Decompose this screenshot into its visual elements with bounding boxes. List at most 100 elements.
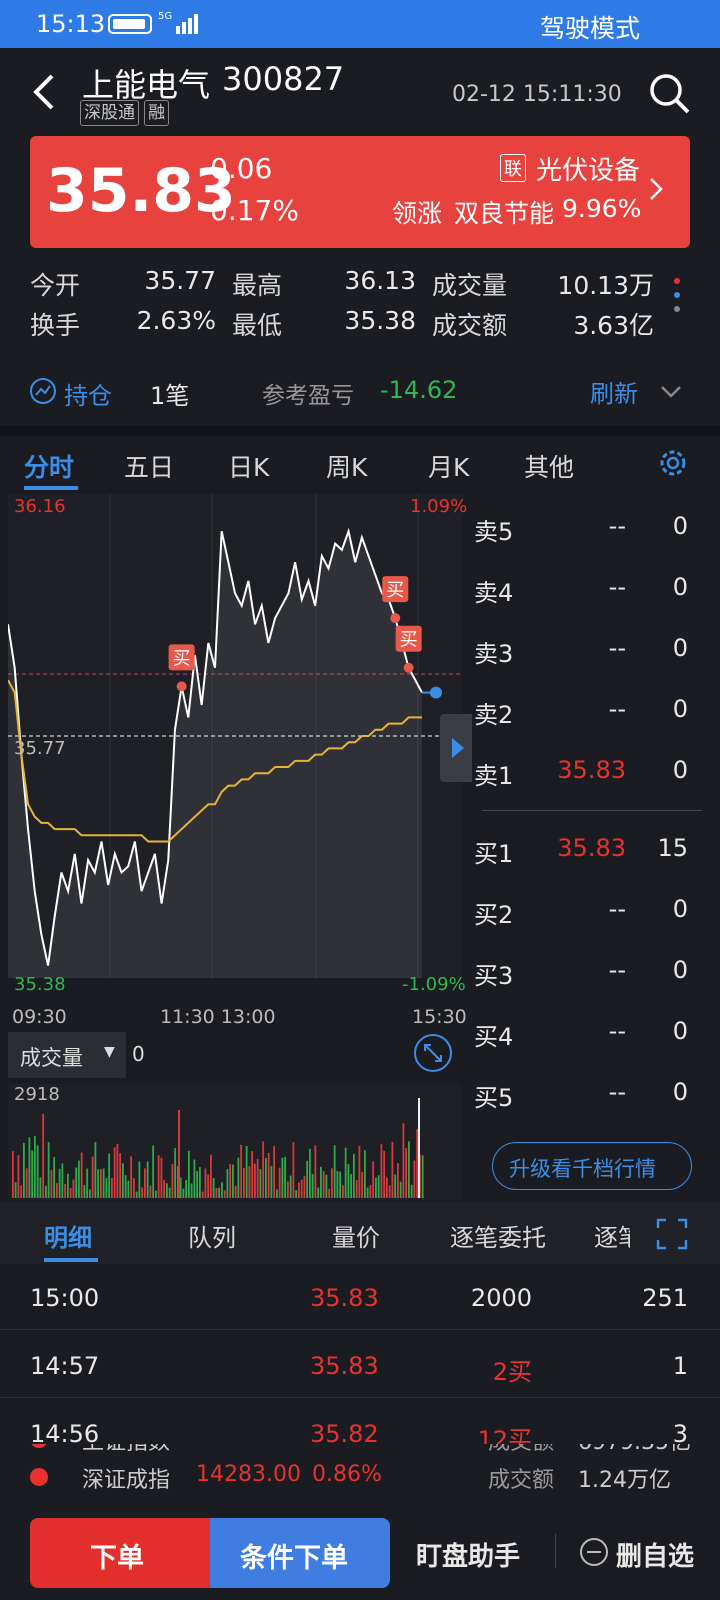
volume-bar [163, 1180, 166, 1198]
volume-bar [168, 1187, 171, 1198]
order-button[interactable]: 下单 [30, 1518, 210, 1588]
tab-order-by-order[interactable]: 逐笔委托 [450, 1218, 546, 1253]
bid-level-price: -- [608, 1078, 626, 1106]
tab-weekly-k[interactable]: 周K [326, 448, 367, 484]
index-item[interactable]: 深证成指 14283.00 0.86% 成交额 1.24万亿 [0, 1460, 720, 1494]
detail-tab-indicator [44, 1258, 98, 1262]
conditional-order-button[interactable]: 条件下单 [210, 1518, 390, 1588]
ask-level-label: 卖3 [474, 640, 514, 668]
more-stats-icon[interactable] [672, 276, 682, 326]
tab-tick-by-tick[interactable]: 逐笔 [594, 1218, 630, 1253]
volume-bar [86, 1168, 89, 1198]
volume-bar [174, 1148, 177, 1198]
volume-bar [388, 1185, 391, 1198]
volume-bar [204, 1168, 207, 1198]
volume-bar [155, 1190, 157, 1198]
volume-spike [178, 1110, 180, 1198]
volume-bar [157, 1155, 160, 1198]
stock-header: 上能电气 300827 深股通 融 02-12 15:11:30 [0, 48, 720, 138]
back-icon[interactable] [28, 70, 68, 114]
bottom-divider [555, 1534, 556, 1568]
chevron-down-icon[interactable] [660, 384, 682, 403]
volume-bar [410, 1184, 413, 1198]
tab-intraday[interactable]: 分时 [24, 448, 74, 484]
volume-bar [421, 1155, 424, 1198]
volume-bar [394, 1174, 397, 1198]
search-icon[interactable] [648, 72, 692, 116]
index-amount-label: 成交额 [488, 1444, 554, 1456]
order-button-label: 下单 [90, 1543, 144, 1574]
tab-queue[interactable]: 队列 [188, 1218, 236, 1253]
volume-bar [372, 1161, 375, 1198]
position-row[interactable]: 持仓 1笔 参考盈亏 -14.62 刷新 [0, 358, 720, 426]
volume-last-bar [418, 1098, 420, 1198]
conditional-order-label: 条件下单 [240, 1543, 348, 1574]
volume-bar [289, 1175, 292, 1198]
volume-bar [67, 1173, 69, 1198]
upgrade-depth-button[interactable]: 升级看千档行情 [492, 1142, 692, 1190]
volume-selector[interactable]: 成交量 ▼ [8, 1032, 126, 1078]
bid-level: 买5 -- 0 [472, 1074, 720, 1114]
bid-level-volume: 0 [672, 1017, 688, 1045]
volume-bar [179, 1177, 182, 1198]
volume-bar [375, 1177, 377, 1198]
volume-bar [358, 1145, 361, 1198]
turnover-value: 2.63% [136, 306, 216, 335]
volume-bar [130, 1156, 133, 1198]
volume-bar [78, 1160, 80, 1198]
index-name: 上证指数 [82, 1444, 170, 1456]
low-value: 35.38 [344, 306, 416, 335]
tab-five-day[interactable]: 五日 [124, 448, 174, 484]
volume-bar [182, 1188, 185, 1198]
chart-side-handle[interactable] [440, 714, 472, 782]
trade-mark-label: 买 [386, 580, 404, 601]
bid-level-label: 买5 [474, 1084, 514, 1112]
volume-bar [399, 1181, 402, 1198]
refresh-button[interactable]: 刷新 [590, 374, 638, 409]
tab-other[interactable]: 其他 [524, 448, 574, 484]
volume-bar [113, 1147, 116, 1198]
volume-bar [141, 1187, 144, 1198]
volume-bar [361, 1172, 364, 1198]
volume-bar [190, 1183, 193, 1198]
expand-chart-icon[interactable] [414, 1034, 452, 1072]
bid-level: 买4 -- 0 [472, 1013, 720, 1053]
volume-bar [64, 1184, 67, 1198]
pnl-value: -14.62 [380, 376, 458, 404]
driving-mode[interactable]: 驾驶模式 [540, 9, 640, 45]
volume-bar [80, 1152, 83, 1198]
bid-level-volume: 15 [657, 834, 688, 862]
price-chart-svg[interactable]: 买买买 [7, 494, 472, 1200]
volume-bar [91, 1156, 94, 1198]
index-item[interactable]: 上证指数 4134.62 0.63% 成交额 6979.35亿 [0, 1444, 720, 1456]
watch-assistant-button[interactable]: 盯盘助手 [416, 1536, 520, 1573]
volume-bar [50, 1170, 53, 1198]
volume-bar [240, 1144, 243, 1198]
volume-bar [353, 1153, 355, 1198]
volume-bar [215, 1187, 218, 1198]
x-tick-close: 15:30 [412, 1006, 467, 1028]
ask-level-volume: 0 [672, 634, 688, 662]
index-value: 14283.00 [196, 1462, 301, 1487]
volume-bar [350, 1174, 353, 1198]
index-amount: 1.24万亿 [578, 1468, 671, 1493]
tab-volume-price[interactable]: 量价 [332, 1218, 380, 1253]
minus-circle-icon [580, 1538, 608, 1566]
fullscreen-icon[interactable] [656, 1218, 688, 1254]
tab-daily-k[interactable]: 日K [228, 448, 269, 484]
bottom-action-bar: 下单 条件下单 盯盘助手 删自选 [0, 1498, 720, 1600]
tab-monthly-k[interactable]: 月K [428, 448, 469, 484]
remove-watchlist-button[interactable]: 删自选 [616, 1536, 694, 1573]
price-panel[interactable]: 35.83 0.06 0.17% 联 光伏设备 领涨 双良节能 9.96% [30, 136, 690, 248]
gear-icon[interactable] [656, 446, 690, 484]
ask-level-volume: 0 [672, 695, 688, 723]
intraday-chart[interactable]: 买买买 36.16 1.09% 35.77 35.38 -1.09% 09:30… [7, 494, 472, 1200]
bid-level-price: -- [608, 895, 626, 923]
volume-bar [413, 1160, 416, 1198]
volume-bar [278, 1167, 281, 1198]
stock-code: 300827 [222, 60, 345, 98]
tab-detail[interactable]: 明细 [44, 1218, 92, 1253]
index-ticker[interactable]: 上证指数 4134.62 0.63% 成交额 6979.35亿 深证成指 142… [0, 1444, 720, 1500]
volume-bar [166, 1183, 168, 1198]
bid-level: 买2 -- 0 [472, 891, 720, 931]
